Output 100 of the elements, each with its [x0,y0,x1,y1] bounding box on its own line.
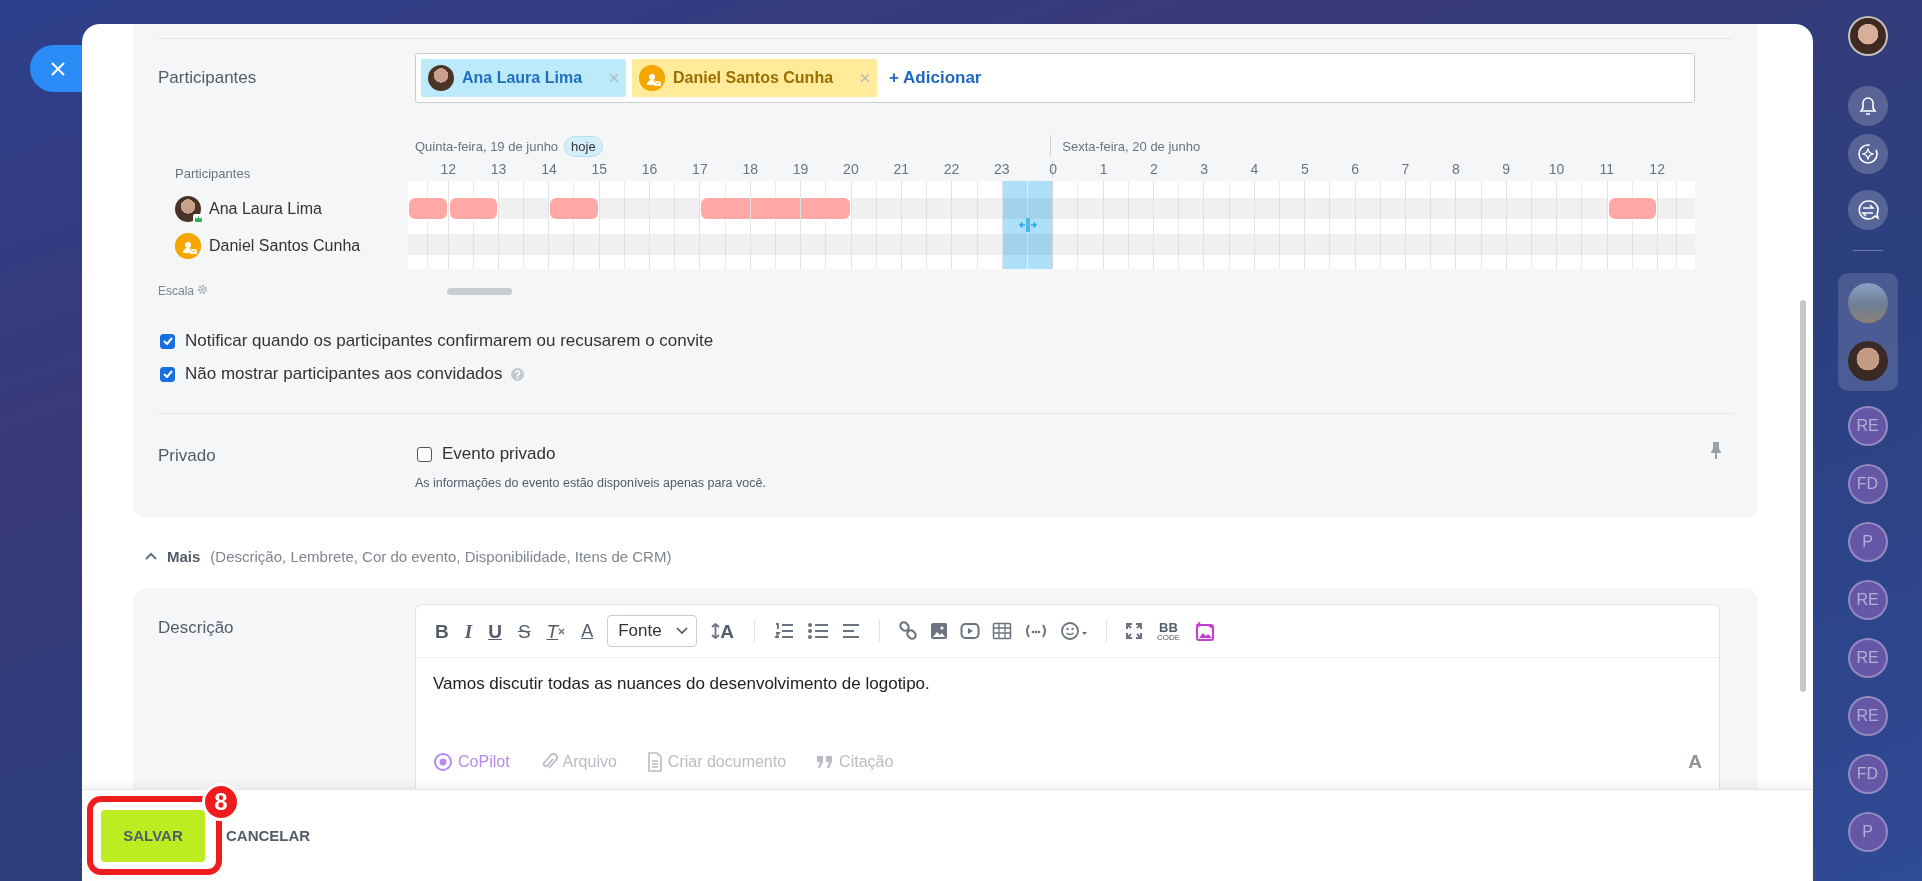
bbcode-button[interactable]: BB CODE [1154,620,1183,642]
time-slot[interactable] [1304,181,1355,269]
vertical-arrows-icon[interactable] [711,623,721,639]
time-slot[interactable] [951,181,1002,269]
chat-avatar[interactable]: P [1847,522,1888,562]
text-color-button[interactable]: A [579,622,596,640]
more-toggle[interactable]: Mais [167,547,201,565]
time-slot[interactable] [850,181,902,269]
chat-avatar[interactable]: RE [1847,406,1888,446]
subscript-x-icon[interactable] [558,627,566,635]
time-slot[interactable] [1052,181,1103,269]
checkbox[interactable] [417,446,432,462]
video-icon[interactable] [959,622,980,640]
close-button[interactable] [30,45,82,92]
photo-placeholder[interactable] [1847,283,1888,323]
underline-button[interactable]: U [486,621,504,641]
resize-handle-icon[interactable] [1018,218,1037,232]
add-participant-link[interactable]: + Adicionar [889,68,982,88]
formatting-toggle[interactable]: A [1688,751,1702,773]
chat-swap-icon[interactable] [1847,190,1888,230]
emoji-icon[interactable] [1059,621,1088,641]
align-left-icon[interactable] [840,622,861,640]
chat-avatar[interactable]: FD [1847,464,1888,504]
checkbox[interactable] [160,333,175,349]
time-slot[interactable] [1404,181,1456,269]
time-slot[interactable] [1505,181,1557,269]
checkbox[interactable] [160,366,175,382]
link-icon[interactable] [897,621,918,641]
time-slot[interactable] [497,181,549,269]
time-slot[interactable] [901,181,952,269]
step-badge: 8 [202,783,240,821]
participants-field[interactable]: Ana Laura Lima Daniel Santos Cunha + Adicionar [415,53,1695,103]
bulleted-list-icon[interactable] [806,621,829,641]
description-text: Vamos discutir todas as nuances do desenvolvimento de logotipo. [432,673,931,695]
participant-tag[interactable]: Ana Laura Lima [421,59,627,97]
field-label: Privado [158,445,217,467]
hour-label: 18 [742,161,758,177]
avatar-placeholder [428,65,454,91]
time-slot[interactable] [1102,181,1153,269]
close-icon[interactable] [51,61,65,76]
option-label: Não mostrar participantes aos convidados [185,364,503,384]
time-slot[interactable] [749,181,801,269]
scale-label: Escala [158,284,195,298]
participant-tag[interactable]: Daniel Santos Cunha [632,59,878,97]
time-slot[interactable] [1606,181,1657,269]
numbered-list-icon[interactable] [772,621,795,641]
magic-image-icon[interactable] [1194,620,1217,642]
bell-icon[interactable] [1847,86,1888,126]
chat-avatar[interactable]: RE [1847,638,1888,678]
time-slot[interactable] [1153,181,1204,269]
chat-avatar[interactable]: RE [1847,696,1888,736]
text-editor[interactable]: B I U S T A Fonte A BB CODE Vamos discutir todas as nuances do desenvolvimento de logotipo. CoPilot Arquivo Criar documento Citação A [415,604,1720,789]
time-slot[interactable] [1656,181,1695,269]
time-slot[interactable] [598,181,650,269]
participant-name: Daniel Santos Cunha [209,237,361,255]
caret-icon[interactable] [145,552,157,560]
avatar-placeholder[interactable] [1847,341,1888,381]
scrollbar[interactable] [1800,300,1806,692]
hour-label: 3 [1200,161,1209,177]
chat-avatar[interactable]: P [1847,812,1888,852]
time-slot[interactable] [1203,181,1254,269]
font-size-button[interactable]: A [709,621,736,641]
time-slot[interactable] [1253,181,1305,269]
pin-icon[interactable] [1711,442,1721,459]
clear-format-button[interactable]: T [544,621,568,641]
code-icon[interactable] [1023,623,1048,639]
hour-label: 5 [1300,161,1309,177]
cancel-button[interactable]: CANCELAR [226,827,311,844]
copilot-icon[interactable] [1847,134,1888,174]
chat-avatar[interactable]: RE [1847,580,1888,620]
settings-icon[interactable] [197,284,209,295]
hour-label: 10 [1548,161,1565,177]
document-icon [646,752,663,772]
font-select[interactable]: Fonte [607,615,698,647]
time-slot[interactable] [548,181,599,269]
time-slot[interactable] [1556,181,1607,269]
chevron-down-icon[interactable] [676,627,689,635]
bold-button[interactable]: B [433,621,451,641]
time-slot[interactable] [800,181,851,269]
save-button[interactable]: SALVAR [101,809,205,862]
copilot-icon [433,752,453,772]
strikethrough-button[interactable]: S [515,621,533,641]
editor-action[interactable]: CoPilot [458,753,510,771]
help-icon[interactable] [510,367,524,381]
time-slot[interactable] [408,181,448,269]
time-slot[interactable] [649,181,700,269]
timeline-scrollbar[interactable] [447,287,512,295]
time-slot[interactable] [447,181,498,269]
time-slot[interactable] [1455,181,1506,269]
image-icon[interactable] [929,622,948,640]
fullscreen-icon[interactable] [1124,622,1143,640]
table-icon[interactable] [991,622,1012,640]
italic-button[interactable]: I [462,621,475,641]
chat-avatar[interactable]: FD [1847,754,1888,794]
avatar-placeholder[interactable] [1847,16,1888,56]
hour-label: 15 [591,161,608,177]
time-slot[interactable] [699,181,750,269]
time-slot[interactable] [1354,181,1405,269]
time-slot[interactable] [1001,181,1053,269]
hour-label: 13 [490,161,507,177]
